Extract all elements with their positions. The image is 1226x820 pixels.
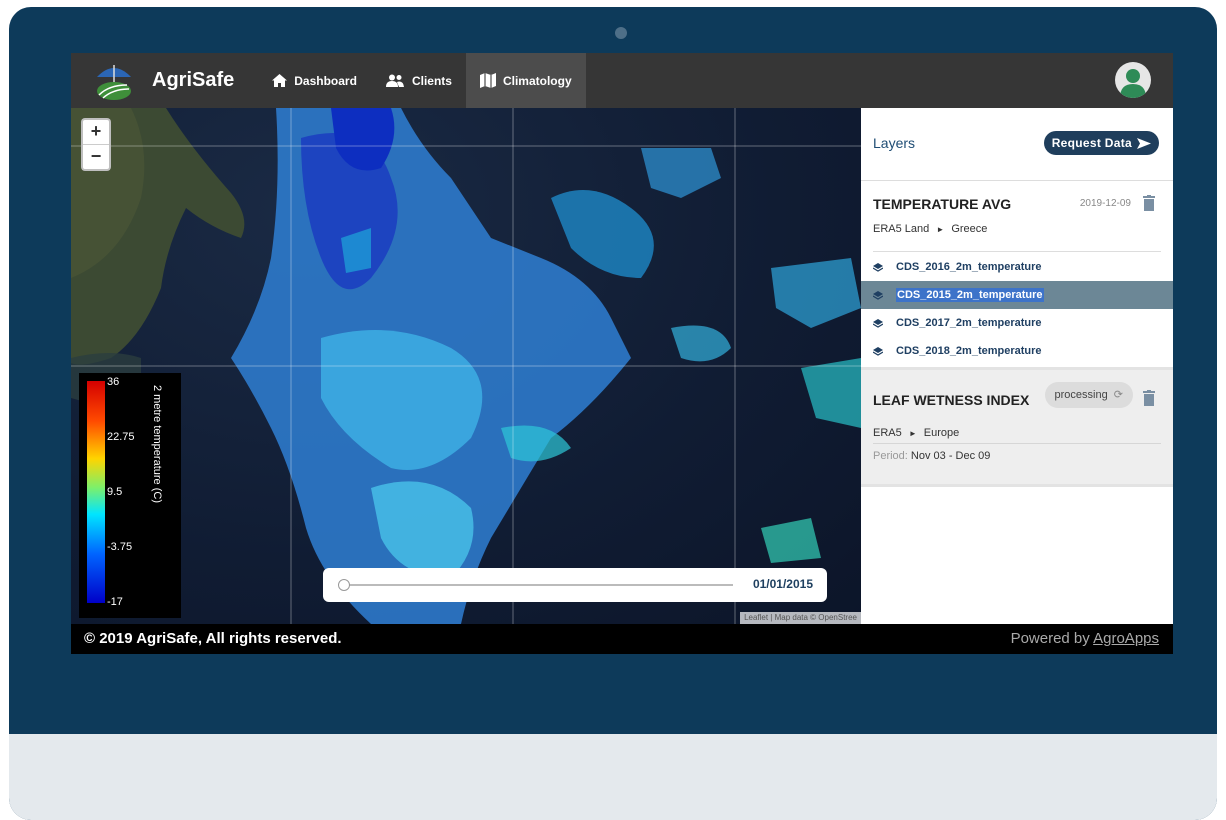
status-badge-label: processing	[1054, 389, 1108, 401]
time-slider-track[interactable]	[345, 584, 733, 586]
layer-card-leaf-wetness: LEAF WETNESS INDEX processing ⟳ ERA5 ► E…	[861, 370, 1173, 487]
layer-item[interactable]: CDS_2018_2m_temperature	[861, 337, 1173, 365]
nav-clients-label: Clients	[411, 73, 452, 88]
users-icon	[385, 74, 404, 87]
layer-item-label: CDS_2015_2m_temperature	[896, 288, 1044, 302]
footer: © 2019 AgriSafe, All rights reserved. Po…	[71, 624, 1173, 654]
zoom-control: + −	[81, 118, 111, 171]
agrisafe-logo-icon[interactable]	[93, 61, 135, 101]
time-slider-date: 01/01/2015	[752, 577, 813, 591]
layer-title: LEAF WETNESS INDEX	[873, 392, 1030, 408]
trash-icon[interactable]	[1143, 195, 1155, 216]
map-attribution[interactable]: Leaflet | Map data © OpenStree	[740, 612, 861, 624]
layer-source-name: ERA5	[873, 427, 902, 439]
legend-color-ramp	[87, 381, 105, 603]
send-icon	[1137, 137, 1151, 149]
time-slider[interactable]: 01/01/2015	[323, 568, 827, 602]
powered-by-label: Powered by	[1010, 630, 1090, 647]
status-badge: processing ⟳	[1044, 382, 1133, 408]
brand-name[interactable]: AgriSafe	[152, 69, 234, 92]
legend-tick: -17	[107, 596, 123, 608]
layer-source-name: ERA5 Land	[873, 223, 930, 235]
layer-item[interactable]: CDS_2017_2m_temperature	[861, 309, 1173, 337]
copyright-text: © 2019 AgriSafe, All rights reserved.	[84, 630, 342, 647]
layers-icon	[873, 262, 883, 272]
top-navbar: AgriSafe Dashboard Clients Climatology	[71, 53, 1173, 108]
legend-tick: -3.75	[107, 541, 133, 553]
layers-icon	[873, 290, 883, 300]
powered-by: Powered by AgroApps	[1011, 630, 1159, 647]
layer-item-label: CDS_2018_2m_temperature	[896, 345, 1042, 357]
layers-panel: Layers Request Data TEMPERATURE AVG 2019…	[861, 108, 1173, 624]
temperature-legend: 36 22.75 9.5 -3.75 -17 2 metre temperatu…	[79, 373, 181, 618]
legend-tick: 36	[107, 376, 120, 388]
nav-climatology[interactable]: Climatology	[465, 53, 586, 108]
divider	[873, 251, 1161, 252]
legend-title: 2 metre temperature (C)	[151, 385, 163, 503]
layers-panel-header: Layers Request Data	[861, 108, 1173, 181]
layers-icon	[873, 346, 883, 356]
layer-region: Europe	[923, 427, 960, 439]
climate-map[interactable]: + − 36 22.75 9.5 -3.75 -17 2 metre tempe…	[71, 108, 861, 624]
map-tiles	[71, 108, 861, 624]
divider	[873, 443, 1161, 444]
layer-title: TEMPERATURE AVG	[873, 196, 1012, 212]
layer-item-selected[interactable]: CDS_2015_2m_temperature	[861, 281, 1173, 309]
period-label: Period:	[873, 450, 908, 462]
layer-source: ERA5 ► Europe	[873, 427, 959, 439]
request-data-label: Request Data	[1051, 136, 1132, 150]
laptop-frame: AgriSafe Dashboard Clients Climatology +…	[9, 7, 1217, 820]
laptop-base	[9, 734, 1217, 820]
trash-icon[interactable]	[1143, 390, 1155, 411]
camera	[615, 27, 627, 39]
layer-source: ERA5 Land ► Greece	[873, 223, 987, 235]
user-avatar[interactable]	[1115, 62, 1151, 98]
layer-date: 2019-12-09	[1079, 198, 1131, 209]
chevron-right-icon: ►	[908, 429, 917, 438]
nav-climatology-label: Climatology	[502, 73, 572, 88]
home-icon	[272, 74, 288, 87]
request-data-button[interactable]: Request Data	[1043, 131, 1159, 155]
layer-period: Period: Nov 03 - Dec 09	[873, 450, 990, 462]
layers-panel-title: Layers	[873, 135, 916, 151]
period-value: Nov 03 - Dec 09	[910, 450, 991, 462]
layer-item-label: CDS_2016_2m_temperature	[896, 261, 1042, 273]
legend-tick: 22.75	[107, 431, 135, 443]
layer-card-temperature: TEMPERATURE AVG 2019-12-09 ERA5 Land ► G…	[861, 181, 1173, 370]
refresh-icon: ⟳	[1113, 389, 1123, 401]
layers-icon	[873, 318, 883, 328]
agroapps-link[interactable]: AgroApps	[1093, 630, 1159, 647]
layer-item-list: CDS_2016_2m_temperature CDS_2015_2m_temp…	[861, 253, 1173, 365]
layer-item[interactable]: CDS_2016_2m_temperature	[861, 253, 1173, 281]
zoom-in-button[interactable]: +	[83, 120, 109, 145]
nav-dashboard[interactable]: Dashboard	[258, 53, 371, 108]
layer-region: Greece	[951, 223, 988, 235]
layer-item-label: CDS_2017_2m_temperature	[896, 317, 1042, 329]
time-slider-handle[interactable]	[338, 579, 350, 591]
zoom-out-button[interactable]: −	[83, 145, 109, 169]
nav-dashboard-label: Dashboard	[294, 73, 357, 88]
app-screen: AgriSafe Dashboard Clients Climatology +…	[71, 53, 1173, 654]
chevron-right-icon: ►	[936, 225, 945, 234]
map-icon	[479, 73, 496, 88]
legend-tick: 9.5	[107, 486, 123, 498]
nav-clients[interactable]: Clients	[371, 53, 466, 108]
